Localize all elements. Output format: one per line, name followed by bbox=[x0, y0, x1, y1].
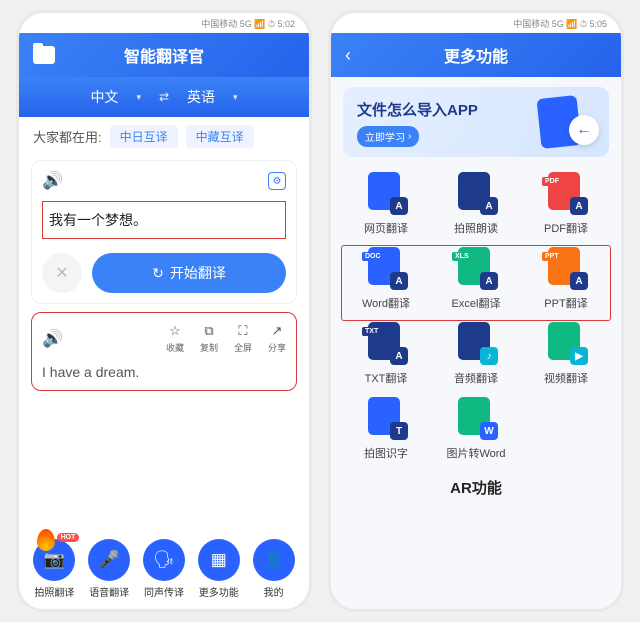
popular-tag[interactable]: 中藏互译 bbox=[186, 125, 254, 148]
nav-more-functions[interactable]: ▦更多功能 bbox=[198, 539, 240, 599]
share-button[interactable]: ↗分享 bbox=[268, 323, 286, 354]
mic-icon: 🎤 bbox=[99, 550, 120, 570]
hot-badge: HOT bbox=[57, 533, 80, 542]
item-pdf-translate[interactable]: PDFAPDF翻译 bbox=[525, 171, 607, 236]
tool-row: ☆收藏 ⧉复制 ⛶全屏 ↗分享 bbox=[166, 323, 286, 354]
popular-tag[interactable]: 中日互译 bbox=[110, 125, 178, 148]
app-title: 智能翻译官 bbox=[124, 43, 204, 67]
import-banner[interactable]: 文件怎么导入APP 立即学习› ← bbox=[343, 87, 609, 157]
bottom-nav: HOT📷拍照翻译 🎤语音翻译 🗣同声传译 ▦更多功能 👤我的 bbox=[19, 531, 309, 609]
popular-row: 大家都在用: 中日互译 中藏互译 bbox=[19, 117, 309, 156]
language-bar[interactable]: 中文 ▾ ⇄ 英语 ▾ bbox=[19, 77, 309, 117]
translate-badge-icon: A bbox=[390, 347, 408, 365]
translated-text: I have a dream. bbox=[42, 364, 286, 380]
refresh-icon: ↻ bbox=[152, 265, 164, 282]
item-word-translate[interactable]: DOCAWord翻译 bbox=[345, 246, 427, 311]
chevron-down-icon: ▾ bbox=[136, 92, 141, 103]
item-ppt-translate[interactable]: PPTAPPT翻译 bbox=[525, 246, 607, 311]
section-header-ar: AR功能 bbox=[331, 469, 621, 502]
video-badge-icon: ▶ bbox=[570, 347, 588, 365]
item-txt-translate[interactable]: TXTATXT翻译 bbox=[345, 321, 427, 386]
nav-mine[interactable]: 👤我的 bbox=[253, 539, 295, 599]
page-title: 更多功能 bbox=[444, 43, 508, 67]
audio-badge-icon: ♪ bbox=[480, 347, 498, 365]
nav-live-translate[interactable]: 🗣同声传译 bbox=[143, 539, 185, 599]
chevron-down-icon: ▾ bbox=[233, 92, 238, 103]
copy-icon: ⧉ bbox=[204, 323, 213, 339]
item-photo-read[interactable]: A拍照朗读 bbox=[435, 171, 517, 236]
swap-icon[interactable]: ⇄ bbox=[159, 90, 169, 104]
translate-badge-icon: A bbox=[570, 197, 588, 215]
speaker-icon[interactable]: 🔊 bbox=[42, 329, 63, 349]
lang-to[interactable]: 英语 bbox=[187, 87, 215, 107]
flame-icon bbox=[37, 529, 55, 551]
banner-art: ← bbox=[533, 95, 603, 150]
chevron-right-icon: › bbox=[408, 131, 411, 142]
word-badge-icon: W bbox=[480, 422, 498, 440]
nav-voice-translate[interactable]: 🎤语音翻译 bbox=[88, 539, 130, 599]
item-excel-translate[interactable]: XLSAExcel翻译 bbox=[435, 246, 517, 311]
item-img-to-word[interactable]: W图片转Word bbox=[435, 396, 517, 461]
translate-badge-icon: A bbox=[390, 272, 408, 290]
back-button[interactable]: ‹ bbox=[345, 45, 351, 66]
text-badge-icon: T bbox=[390, 422, 408, 440]
item-video-translate[interactable]: ▶视频翻译 bbox=[525, 321, 607, 386]
main-body: 中文 ▾ ⇄ 英语 ▾ 大家都在用: 中日互译 中藏互译 🔊 ⚙ 我有一个梦想。 ✕… bbox=[19, 77, 309, 609]
translate-badge-icon: A bbox=[480, 272, 498, 290]
start-label: 开始翻译 bbox=[170, 263, 226, 283]
favorite-button[interactable]: ☆收藏 bbox=[166, 323, 184, 354]
translate-badge-icon: A bbox=[480, 197, 498, 215]
share-icon: ↗ bbox=[272, 323, 283, 339]
fullscreen-button[interactable]: ⛶全屏 bbox=[234, 323, 252, 354]
user-icon: 👤 bbox=[263, 550, 284, 570]
function-grid-wrapper: A网页翻译 A拍照朗读 PDFAPDF翻译 DOCAWord翻译 XLSAExc… bbox=[331, 167, 621, 469]
phone-left: 中国移动 5G 📶 ⏱ 5:02 智能翻译官 中文 ▾ ⇄ 英语 ▾ 大家都在用: … bbox=[16, 10, 312, 612]
source-text-input[interactable]: 我有一个梦想。 bbox=[42, 201, 286, 239]
star-icon: ☆ bbox=[169, 323, 181, 339]
interpret-icon: 🗣 bbox=[153, 550, 175, 570]
translate-badge-icon: A bbox=[390, 197, 408, 215]
popular-label: 大家都在用: bbox=[33, 127, 102, 146]
expand-icon: ⛶ bbox=[238, 323, 247, 339]
grid-icon: ▦ bbox=[211, 550, 227, 570]
item-web-translate[interactable]: A网页翻译 bbox=[345, 171, 427, 236]
status-bar: 中国移动 5G 📶 ⏱ 5:05 bbox=[331, 13, 621, 33]
copy-button[interactable]: ⧉复制 bbox=[200, 323, 218, 354]
start-translate-button[interactable]: ↻ 开始翻译 bbox=[92, 253, 286, 293]
function-grid: A网页翻译 A拍照朗读 PDFAPDF翻译 DOCAWord翻译 XLSAExc… bbox=[331, 167, 621, 469]
nav-photo-translate[interactable]: HOT📷拍照翻译 bbox=[33, 539, 75, 599]
clear-button[interactable]: ✕ bbox=[42, 253, 82, 293]
input-card: 🔊 ⚙ 我有一个梦想。 ✕ ↻ 开始翻译 bbox=[31, 160, 297, 304]
phone-right: 中国移动 5G 📶 ⏱ 5:05 ‹ 更多功能 文件怎么导入APP 立即学习› … bbox=[328, 10, 624, 612]
close-icon: ✕ bbox=[55, 263, 68, 283]
learn-now-button[interactable]: 立即学习› bbox=[357, 126, 419, 147]
translate-badge-icon: A bbox=[570, 272, 588, 290]
camera-icon: 📷 bbox=[44, 550, 65, 570]
header: 智能翻译官 bbox=[19, 33, 309, 77]
arrow-left-icon: ← bbox=[569, 115, 599, 145]
lang-from[interactable]: 中文 bbox=[90, 87, 118, 107]
main-body: 文件怎么导入APP 立即学习› ← A网页翻译 A拍照朗读 PDFAPDF翻译 … bbox=[331, 77, 621, 609]
item-ocr[interactable]: T拍图识字 bbox=[345, 396, 427, 461]
settings-icon[interactable]: ⚙ bbox=[268, 172, 286, 190]
result-card: 🔊 ☆收藏 ⧉复制 ⛶全屏 ↗分享 I have a dream. bbox=[31, 312, 297, 391]
speaker-icon[interactable]: 🔊 bbox=[42, 171, 63, 191]
folder-icon bbox=[33, 46, 55, 64]
header: ‹ 更多功能 bbox=[331, 33, 621, 77]
folder-button[interactable] bbox=[33, 46, 55, 64]
status-bar: 中国移动 5G 📶 ⏱ 5:02 bbox=[19, 13, 309, 33]
item-audio-translate[interactable]: ♪音频翻译 bbox=[435, 321, 517, 386]
